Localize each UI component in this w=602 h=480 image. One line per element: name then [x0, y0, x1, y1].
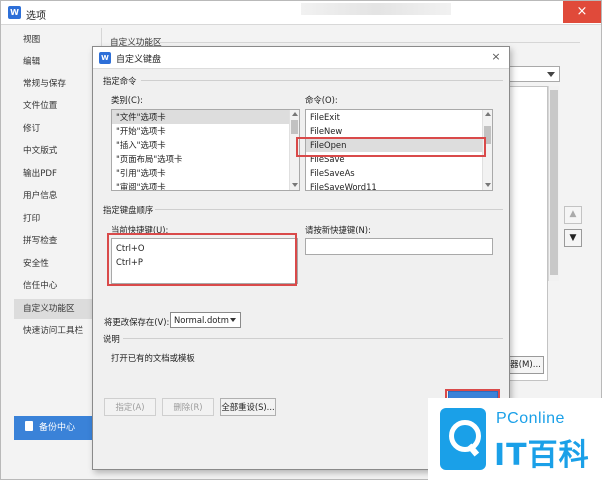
options-title: 选项	[26, 11, 46, 22]
options-sidebar: 视图 编辑 常规与保存 文件位置 修订 中文版式 输出PDF 用户信息 打印 拼…	[14, 28, 98, 448]
save-in-dropdown[interactable]: Normal.dotm	[170, 312, 241, 328]
backup-center-button[interactable]: 备份中心	[14, 416, 100, 440]
sidebar-item-user-info[interactable]: 用户信息	[14, 186, 98, 206]
list-item[interactable]: "审阅"选项卡	[112, 180, 299, 190]
new-key-input[interactable]	[305, 238, 493, 255]
key-sequence-group-label: 指定键盘顺序	[103, 205, 154, 215]
pconline-watermark: PConline IT百科	[428, 398, 602, 480]
pconline-logo-icon	[440, 408, 486, 470]
move-down-button[interactable]: ▼	[564, 229, 582, 247]
scrollbar-thumb[interactable]	[291, 120, 298, 134]
description-text: 打开已有的文档或模板	[111, 353, 195, 363]
specify-command-group-label: 指定命令	[103, 76, 137, 86]
list-item[interactable]: FileSaveAs	[306, 166, 492, 180]
sidebar-item-spell-check[interactable]: 拼写检查	[14, 231, 98, 251]
wps-logo-icon: W	[8, 6, 21, 19]
list-item[interactable]: FileNew	[306, 124, 492, 138]
options-title-bar: W 选项 ×	[1, 1, 601, 25]
scroll-up-icon[interactable]	[485, 112, 491, 116]
sidebar-item-chinese-layout[interactable]: 中文版式	[14, 141, 98, 161]
ribbon-list-scrollbar[interactable]	[548, 86, 559, 281]
scroll-up-icon[interactable]	[292, 112, 298, 116]
dialog-title-bar: W 自定义键盘 ×	[93, 47, 509, 69]
list-item[interactable]: "引用"选项卡	[112, 166, 299, 180]
sidebar-item-quick-access-toolbar[interactable]: 快速访问工具栏	[14, 321, 98, 341]
watermark-bottom-text: IT百科	[494, 438, 590, 473]
list-item[interactable]: "开始"选项卡	[112, 124, 299, 138]
sidebar-item-general-save[interactable]: 常规与保存	[14, 74, 98, 94]
list-item[interactable]: FileExit	[306, 110, 492, 124]
list-item[interactable]: "文件"选项卡	[112, 110, 299, 124]
sidebar-item-customize-ribbon[interactable]: 自定义功能区	[14, 299, 98, 319]
blurred-title-area	[301, 3, 451, 15]
sidebar-item-export-pdf[interactable]: 输出PDF	[14, 164, 98, 184]
sidebar-item-trust-center[interactable]: 信任中心	[14, 276, 98, 296]
dialog-title: 自定义键盘	[116, 55, 162, 65]
list-item[interactable]: FileSaveWord11	[306, 180, 492, 190]
sidebar-item-edit[interactable]: 编辑	[14, 52, 98, 72]
backup-center-label: 备份中心	[39, 423, 76, 433]
sidebar-item-view[interactable]: 视图	[14, 30, 98, 50]
move-up-button[interactable]: ▲	[564, 206, 582, 224]
section-divider	[160, 42, 580, 43]
sidebar-item-revisions[interactable]: 修订	[14, 119, 98, 139]
dialog-close-button[interactable]: ×	[489, 50, 503, 64]
group-divider	[155, 209, 503, 210]
sidebar-item-security[interactable]: 安全性	[14, 254, 98, 274]
categories-label: 类别(C):	[111, 95, 143, 105]
scroll-down-icon[interactable]	[292, 183, 298, 187]
description-group-label: 说明	[103, 334, 120, 344]
new-key-label: 请按新快捷键(N):	[305, 225, 371, 235]
group-divider	[141, 80, 503, 81]
sidebar-item-print[interactable]: 打印	[14, 209, 98, 229]
wps-logo-icon: W	[99, 52, 111, 64]
backup-icon	[25, 421, 33, 431]
remove-button[interactable]: 删除(R)	[162, 398, 214, 416]
scroll-down-icon[interactable]	[485, 183, 491, 187]
ribbon-tabs-list[interactable]	[508, 86, 548, 381]
highlight-current-keys	[107, 233, 297, 286]
scrollbar-thumb[interactable]	[550, 90, 558, 275]
list-item[interactable]: "页面布局"选项卡	[112, 152, 299, 166]
manage-button[interactable]: 器(M)...	[506, 356, 544, 374]
options-close-button[interactable]: ×	[563, 1, 601, 23]
list-item[interactable]: "插入"选项卡	[112, 138, 299, 152]
group-divider	[123, 338, 503, 339]
assign-button[interactable]: 指定(A)	[104, 398, 156, 416]
commands-label: 命令(O):	[305, 95, 338, 105]
sidebar-item-file-locations[interactable]: 文件位置	[14, 96, 98, 116]
save-in-label: 将更改保存在(V):	[104, 317, 170, 327]
categories-list[interactable]: "文件"选项卡 "开始"选项卡 "插入"选项卡 "页面布局"选项卡 "引用"选项…	[111, 109, 300, 191]
watermark-top-text: PConline	[496, 410, 565, 427]
reset-all-button[interactable]: 全部重设(S)...	[220, 398, 276, 416]
ribbon-tabs-dropdown[interactable]	[508, 66, 560, 82]
highlight-selected-command	[296, 137, 486, 157]
